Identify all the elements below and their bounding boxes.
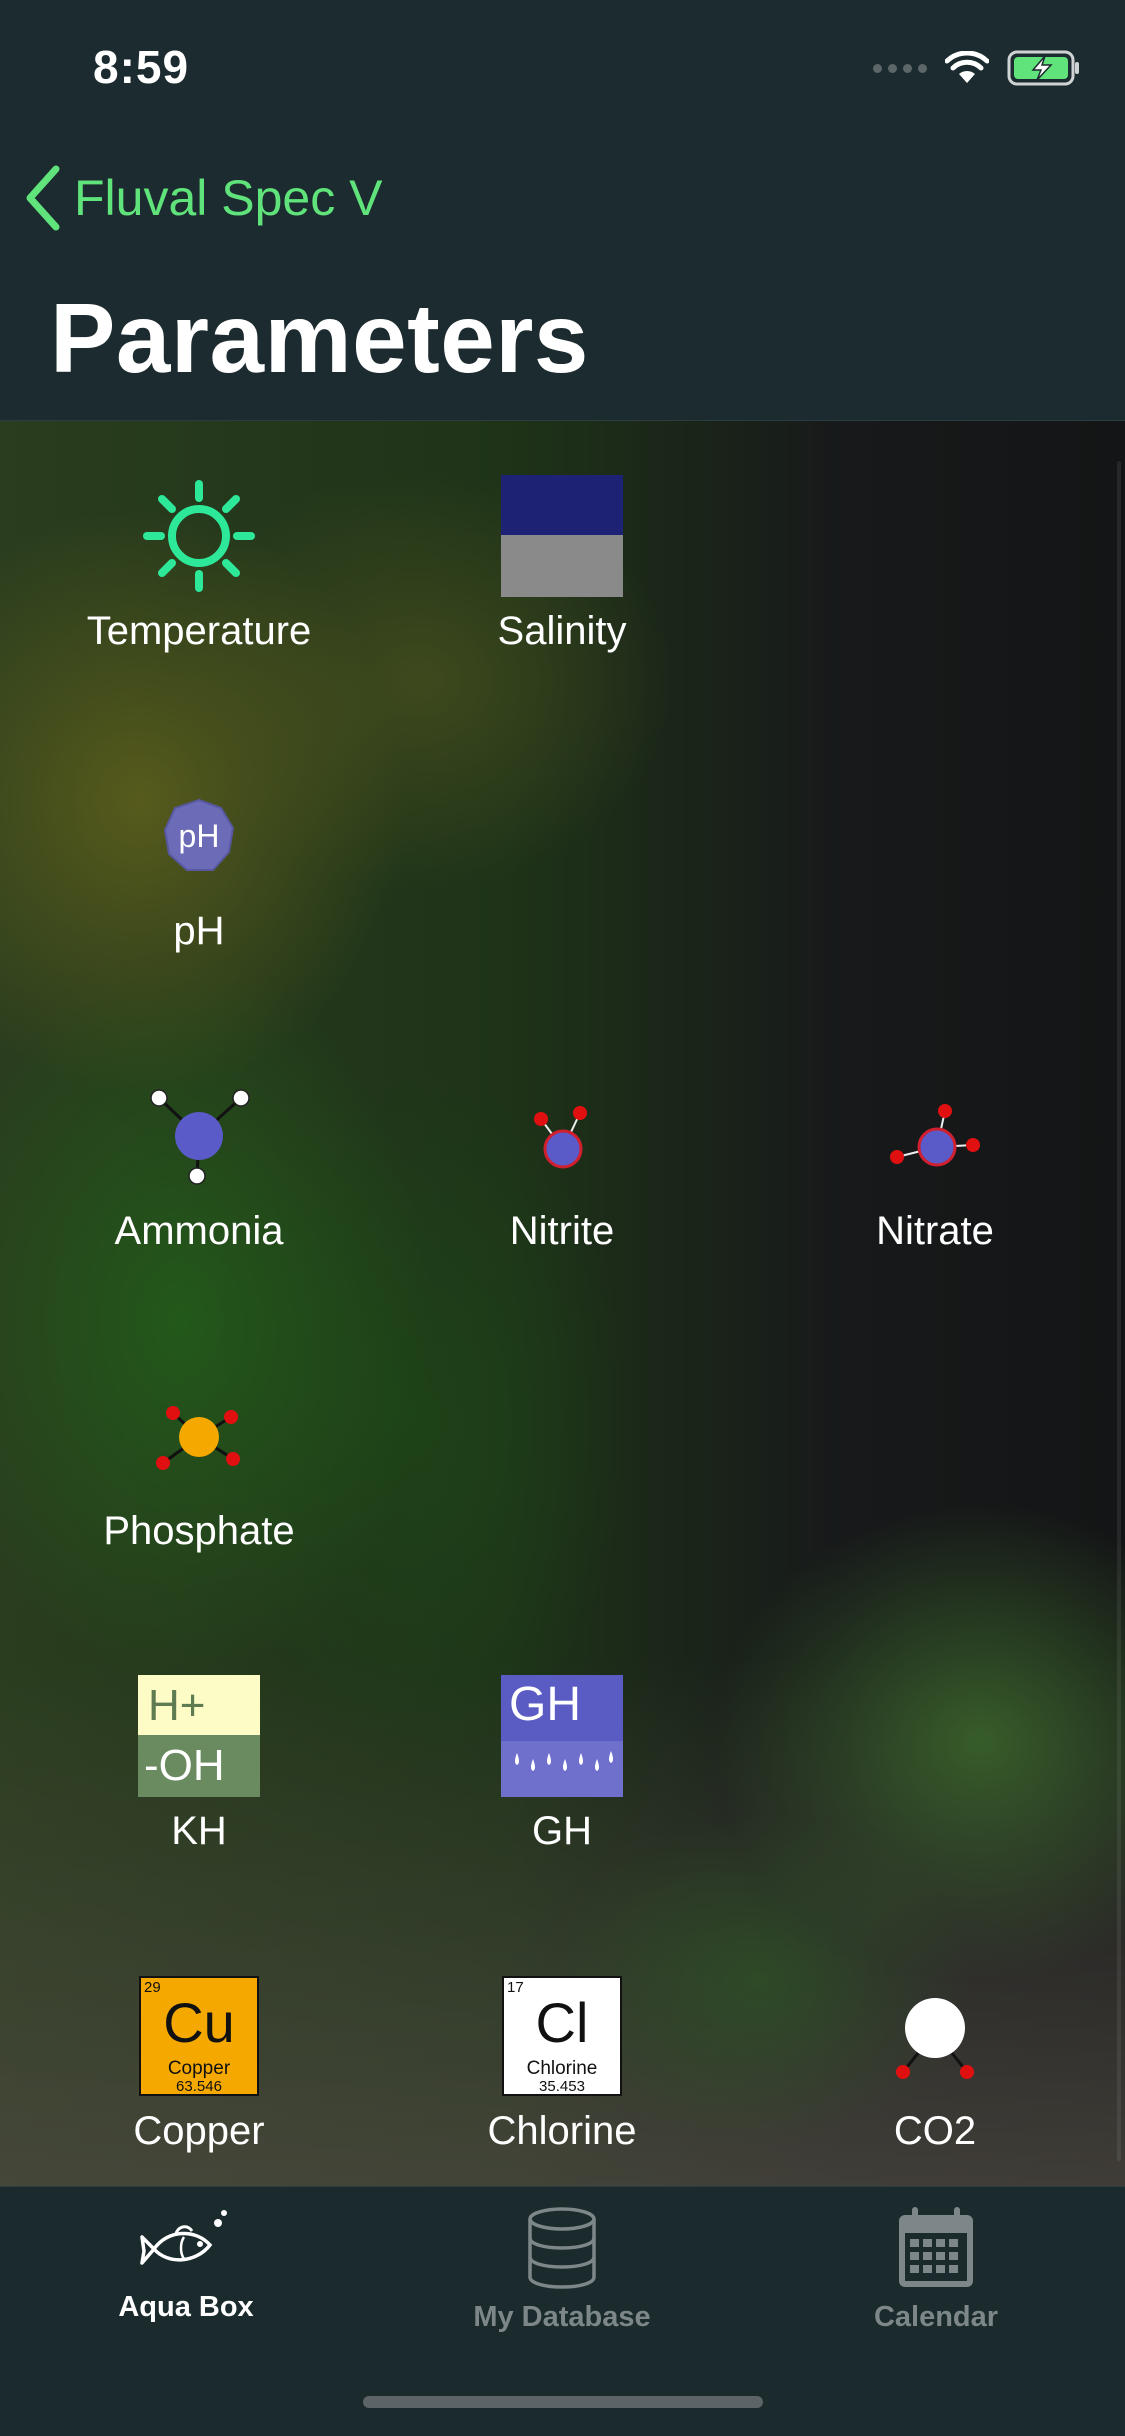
home-indicator[interactable] (363, 2396, 763, 2408)
parameter-label: Salinity (497, 609, 627, 653)
parameter-label: CO2 (893, 2109, 977, 2153)
parameter-label: Copper (133, 2109, 265, 2153)
ph-icon-text: pH (178, 817, 220, 854)
parameters-grid[interactable]: Temperature Salinity pH pH Ammonia Nitri… (0, 421, 1125, 2186)
parameter-ammonia[interactable]: Ammonia (19, 1071, 379, 1254)
page-title: Parameters (50, 283, 589, 393)
kh-top-text: H+ (138, 1675, 260, 1735)
tab-label: Calendar (873, 2301, 999, 2333)
parameter-co2[interactable]: CO2 (755, 1971, 1115, 2154)
back-button-label: Fluval Spec V (74, 170, 383, 226)
parameter-gh[interactable]: GH GH (382, 1671, 742, 1854)
chlorine-name: Chlorine (526, 2058, 598, 2079)
phosphate-molecule-icon (134, 1371, 264, 1501)
chlorine-symbol: Cl (535, 1991, 589, 2054)
tab-my-database[interactable]: My Database (412, 2205, 712, 2334)
nitrate-molecule-icon (870, 1071, 1000, 1201)
parameter-nitrate[interactable]: Nitrate (755, 1071, 1115, 1254)
parameter-temperature[interactable]: Temperature (19, 471, 379, 654)
parameter-label: Chlorine (487, 2109, 637, 2153)
chlorine-mass: 35.453 (539, 2078, 585, 2095)
parameter-label: KH (171, 1809, 227, 1853)
parameter-label: pH (173, 909, 225, 953)
status-time: 8:59 (93, 41, 190, 93)
parameter-nitrite[interactable]: Nitrite (382, 1071, 742, 1254)
parameter-label: Ammonia (114, 1209, 284, 1253)
kh-icon: H+ -OH (134, 1671, 264, 1801)
scrollbar[interactable] (1117, 461, 1121, 2161)
calendar-icon (899, 2207, 973, 2287)
co2-molecule-icon (870, 1971, 1000, 2101)
database-icon (528, 2207, 596, 2289)
gh-icon: GH (497, 1671, 627, 1801)
salinity-icon (497, 471, 627, 601)
parameter-label: Nitrite (509, 1209, 615, 1253)
fish-icon (140, 2210, 227, 2265)
chlorine-element-icon: 17 Cl Chlorine 35.453 (497, 1971, 627, 2101)
parameter-label: GH (532, 1809, 592, 1853)
copper-symbol: Cu (163, 1991, 235, 2054)
copper-name: Copper (167, 2058, 231, 2079)
tab-label: Aqua Box (118, 2291, 254, 2323)
chevron-left-icon (26, 165, 60, 231)
battery-charging-icon (1007, 50, 1079, 86)
sun-icon (134, 471, 264, 601)
parameter-label: Temperature (86, 609, 312, 653)
parameter-kh[interactable]: H+ -OH KH (19, 1671, 379, 1854)
ph-icon: pH (134, 771, 264, 901)
parameter-phosphate[interactable]: Phosphate (19, 1371, 379, 1554)
gh-icon-text: GH (509, 1678, 581, 1731)
parameter-label: Phosphate (103, 1509, 295, 1553)
parameter-salinity[interactable]: Salinity (382, 471, 742, 654)
tab-calendar[interactable]: Calendar (786, 2205, 1086, 2334)
parameter-ph[interactable]: pH pH (19, 771, 379, 954)
ammonia-molecule-icon (134, 1071, 264, 1201)
cellular-signal-icon (873, 63, 927, 73)
tab-label: My Database (473, 2301, 651, 2333)
tab-aqua-box[interactable]: Aqua Box (36, 2205, 336, 2324)
parameter-label: Nitrate (876, 1209, 994, 1253)
back-button[interactable]: Fluval Spec V (22, 165, 382, 231)
copper-mass: 63.546 (176, 2078, 222, 2095)
copper-element-icon: 29 Cu Copper 63.546 (134, 1971, 264, 2101)
status-icons (873, 48, 1081, 88)
wifi-icon (945, 51, 989, 83)
nitrite-molecule-icon (497, 1071, 627, 1201)
parameter-copper[interactable]: 29 Cu Copper 63.546 Copper (19, 1971, 379, 2154)
kh-bottom-text: -OH (138, 1735, 260, 1797)
navigation-header: 8:59 Fluval Spec V Parameters (0, 0, 1125, 421)
parameter-chlorine[interactable]: 17 Cl Chlorine 35.453 Chlorine (382, 1971, 742, 2154)
